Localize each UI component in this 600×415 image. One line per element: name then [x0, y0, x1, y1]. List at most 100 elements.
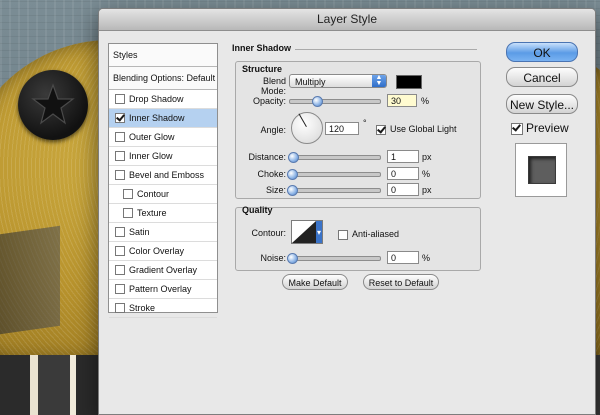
distance-label: Distance: — [248, 152, 286, 162]
dialog-title: Layer Style — [99, 9, 595, 31]
angle-input[interactable]: 120 — [325, 122, 359, 135]
style-item-checkbox[interactable] — [115, 284, 125, 294]
style-item-satin[interactable]: Satin — [109, 223, 217, 242]
style-item-label: Inner Shadow — [129, 113, 185, 123]
style-item-label: Satin — [129, 227, 150, 237]
quality-group: Quality Contour: ▾ Anti-aliased Noise: 0… — [235, 205, 481, 271]
size-input[interactable]: 0 — [387, 183, 419, 196]
style-item-label: Inner Glow — [129, 151, 173, 161]
angle-label: Angle: — [260, 125, 286, 135]
style-item-label: Texture — [137, 208, 167, 218]
distance-slider[interactable] — [288, 152, 381, 163]
structure-title: Structure — [242, 64, 283, 74]
opacity-label: Opacity: — [252, 96, 286, 106]
layer-style-dialog: Layer Style Styles Blending Options: Def… — [98, 8, 596, 415]
opacity-unit: % — [421, 96, 430, 106]
styles-header[interactable]: Styles — [109, 44, 217, 67]
choke-input[interactable]: 0 — [387, 167, 419, 180]
styles-list: Styles Blending Options: Default Drop Sh… — [108, 43, 218, 318]
style-item-bevel-and-emboss[interactable]: Bevel and Emboss — [109, 166, 217, 185]
artwork-shadow — [0, 225, 60, 335]
style-item-checkbox[interactable] — [123, 189, 133, 199]
preview-swatch — [528, 156, 556, 184]
ok-button[interactable]: OK — [506, 42, 578, 62]
contour-linear-icon: ▾ — [292, 221, 322, 243]
style-item-label: Stroke — [129, 303, 156, 313]
style-item-inner-glow[interactable]: Inner Glow — [109, 147, 217, 166]
noise-input[interactable]: 0 — [387, 251, 419, 264]
choke-slider[interactable] — [287, 169, 381, 180]
style-item-checkbox[interactable] — [115, 132, 125, 142]
style-item-label: Bevel and Emboss — [129, 170, 205, 180]
opacity-slider-knob[interactable] — [312, 96, 323, 107]
cancel-button[interactable]: Cancel — [506, 67, 578, 87]
size-label: Size: — [265, 185, 286, 195]
style-preview-thumbnail — [515, 143, 567, 197]
use-global-light-label: Use Global Light — [390, 124, 457, 134]
choke-label: Choke: — [257, 169, 286, 179]
style-item-texture[interactable]: Texture — [109, 204, 217, 223]
style-item-checkbox[interactable] — [115, 265, 125, 275]
opacity-input[interactable]: 30 — [387, 94, 417, 107]
svg-text:▾: ▾ — [317, 228, 321, 237]
new-style-button[interactable]: New Style... — [506, 94, 578, 114]
noise-unit: % — [422, 253, 431, 263]
distance-unit: px — [422, 152, 432, 162]
angle-dial[interactable] — [291, 112, 323, 144]
make-default-button[interactable]: Make Default — [282, 274, 348, 290]
size-slider-knob[interactable] — [287, 185, 298, 196]
style-item-inner-shadow[interactable]: Inner Shadow — [109, 109, 217, 128]
style-item-checkbox[interactable] — [123, 208, 133, 218]
blend-mode-label: Blend Mode: — [260, 76, 286, 96]
inner-shadow-title: Inner Shadow — [232, 43, 292, 53]
choke-unit: % — [422, 169, 431, 179]
use-global-light-checkbox[interactable] — [376, 125, 386, 135]
style-item-checkbox[interactable] — [115, 94, 125, 104]
preview-checkbox[interactable] — [511, 123, 523, 135]
select-arrows-icon: ▲ ▼ — [372, 74, 386, 87]
style-item-checkbox[interactable] — [115, 246, 125, 256]
noise-label: Noise: — [260, 253, 286, 263]
section-divider — [295, 49, 477, 50]
noise-slider-knob[interactable] — [287, 253, 298, 264]
contour-picker[interactable]: ▾ — [291, 220, 323, 244]
angle-unit: ° — [363, 118, 367, 128]
style-item-checkbox[interactable] — [115, 303, 125, 313]
distance-input[interactable]: 1 — [387, 150, 419, 163]
anti-aliased-label: Anti-aliased — [352, 229, 400, 239]
star-badge-artwork — [18, 70, 88, 140]
style-item-checkbox[interactable] — [115, 151, 125, 161]
style-item-stroke[interactable]: Stroke — [109, 299, 217, 318]
anti-aliased-checkbox[interactable] — [338, 230, 348, 240]
choke-slider-knob[interactable] — [287, 169, 298, 180]
style-item-checkbox[interactable] — [115, 227, 125, 237]
size-slider[interactable] — [287, 185, 381, 196]
style-item-checkbox[interactable] — [115, 113, 125, 123]
style-item-color-overlay[interactable]: Color Overlay — [109, 242, 217, 261]
noise-slider[interactable] — [287, 253, 381, 264]
style-item-label: Pattern Overlay — [129, 284, 192, 294]
style-item-label: Color Overlay — [129, 246, 185, 256]
opacity-slider[interactable] — [289, 96, 381, 107]
style-item-checkbox[interactable] — [115, 170, 125, 180]
shadow-color-swatch[interactable] — [396, 75, 422, 89]
contour-label: Contour: — [251, 228, 286, 238]
blend-mode-value: Multiply — [295, 77, 326, 87]
style-item-label: Outer Glow — [129, 132, 175, 142]
structure-group: Structure Blend Mode: Multiply ▲ ▼ Opacit… — [235, 61, 481, 199]
style-item-contour[interactable]: Contour — [109, 185, 217, 204]
style-item-pattern-overlay[interactable]: Pattern Overlay — [109, 280, 217, 299]
style-item-label: Gradient Overlay — [129, 265, 198, 275]
style-item-gradient-overlay[interactable]: Gradient Overlay — [109, 261, 217, 280]
style-item-label: Drop Shadow — [129, 94, 184, 104]
quality-title: Quality — [242, 205, 273, 215]
size-unit: px — [422, 185, 432, 195]
preview-label: Preview — [526, 121, 569, 135]
style-item-outer-glow[interactable]: Outer Glow — [109, 128, 217, 147]
style-item-label: Contour — [137, 189, 170, 199]
blending-options-item[interactable]: Blending Options: Default — [109, 67, 217, 90]
blend-mode-select[interactable]: Multiply ▲ ▼ — [289, 74, 387, 88]
distance-slider-knob[interactable] — [288, 152, 299, 163]
reset-to-default-button[interactable]: Reset to Default — [363, 274, 439, 290]
style-item-drop-shadow[interactable]: Drop Shadow — [109, 90, 217, 109]
